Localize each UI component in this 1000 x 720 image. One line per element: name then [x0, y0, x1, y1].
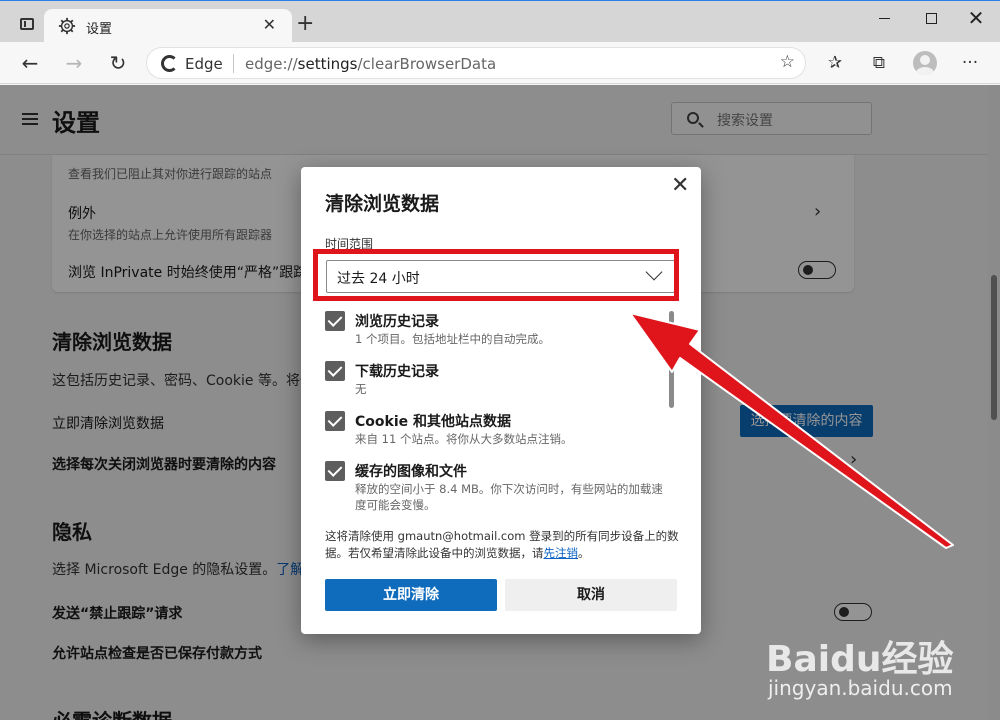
avatar[interactable] — [913, 51, 937, 75]
clear-data-dialog: 清除浏览数据 ✕ 时间范围 过去 24 小时 浏览历史记录 1 个项目。包括地址… — [301, 167, 701, 634]
dialog-scroll-thumb[interactable] — [669, 311, 674, 408]
url-text[interactable]: edge://settings/clearBrowserData — [245, 55, 496, 73]
add-favorite-icon[interactable]: ☆ — [780, 52, 795, 72]
checkbox-checked-icon[interactable] — [325, 411, 345, 431]
close-window-button[interactable]: ✕ — [961, 6, 991, 30]
tab-actions-icon[interactable] — [20, 18, 34, 30]
item-desc: 释放的空间小于 8.4 MB。你下次访问时，有些网站的加载速度可能会变慢。 — [355, 482, 663, 512]
data-type-list: 浏览历史记录 1 个项目。包括地址栏中的自动完成。 下载历史记录 无 Cooki… — [325, 307, 675, 513]
address-bar[interactable]: Edge edge://settings/clearBrowserData ☆ — [146, 47, 806, 79]
gear-icon — [58, 17, 76, 35]
minimize-button[interactable] — [869, 7, 899, 29]
sign-out-link[interactable]: 先注销 — [544, 546, 579, 560]
url-path: /clearBrowserData — [357, 55, 497, 73]
maximize-button[interactable] — [916, 7, 946, 29]
close-tab-icon[interactable]: ✕ — [263, 15, 276, 34]
item-title: 浏览历史记录 — [355, 314, 439, 330]
title-bar: 设置 ✕ + ✕ — [0, 0, 1000, 43]
edge-logo-icon — [161, 55, 178, 72]
item-title: 下载历史记录 — [355, 364, 439, 380]
address-separator — [233, 54, 234, 73]
cancel-button[interactable]: 取消 — [505, 579, 677, 611]
tab-title: 设置 — [86, 22, 113, 37]
forward-button[interactable]: → — [61, 50, 87, 76]
checkbox-checked-icon[interactable] — [325, 461, 345, 481]
close-icon[interactable]: ✕ — [671, 173, 689, 198]
url-host: settings — [297, 55, 358, 73]
checkbox-checked-icon[interactable] — [325, 361, 345, 381]
checkbox-checked-icon[interactable] — [325, 311, 345, 331]
tab-settings[interactable]: 设置 ✕ — [44, 9, 292, 43]
item-title: Cookie 和其他站点数据 — [355, 414, 511, 430]
back-button[interactable]: ← — [17, 50, 43, 76]
watermark-url: jingyan.baidu.com — [768, 676, 953, 700]
item-desc: 1 个项目。包括地址栏中的自动完成。 — [355, 332, 550, 346]
more-menu-icon[interactable]: ··· — [959, 52, 981, 74]
clear-now-button[interactable]: 立即清除 — [325, 579, 497, 611]
collections-icon[interactable]: ⧉ — [868, 52, 890, 74]
browser-brand: Edge — [185, 55, 223, 73]
toolbar: ← → ↻ Edge edge://settings/clearBrowserD… — [0, 42, 1000, 84]
sync-note-end: 。 — [578, 546, 590, 560]
refresh-button[interactable]: ↻ — [105, 50, 131, 76]
sync-note: 这将清除使用 gmautn@hotmail.com 登录到的所有同步设备上的数据… — [325, 528, 681, 562]
maximize-icon — [925, 12, 937, 24]
item-desc: 来自 11 个站点。将你从大多数站点注销。 — [355, 432, 573, 446]
favorites-icon[interactable]: ✰ — [824, 52, 846, 74]
sync-note-text: 这将清除使用 gmautn@hotmail.com 登录到的所有同步设备上的数据… — [325, 529, 679, 560]
new-tab-button[interactable]: + — [296, 13, 314, 35]
minimize-icon — [878, 17, 890, 19]
watermark-logo: Baidu经验 — [766, 639, 954, 680]
item-desc: 无 — [355, 382, 367, 396]
item-title: 缓存的图像和文件 — [355, 464, 467, 480]
baidu-watermark: Baidu经验 jingyan.baidu.com — [766, 630, 966, 710]
dialog-title: 清除浏览数据 — [325, 193, 440, 215]
highlight-annotation — [313, 249, 679, 301]
url-prefix: edge:// — [245, 55, 298, 73]
